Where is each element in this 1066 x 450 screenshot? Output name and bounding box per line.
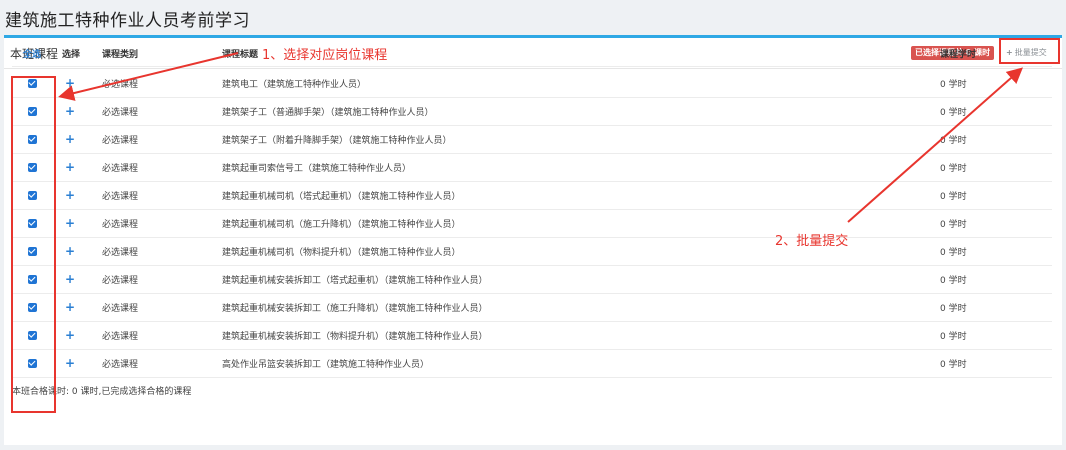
annotation-arrows bbox=[58, 52, 1023, 223]
arrow-to-batch-submit bbox=[847, 67, 1023, 223]
arrow-to-select-column bbox=[58, 52, 239, 101]
